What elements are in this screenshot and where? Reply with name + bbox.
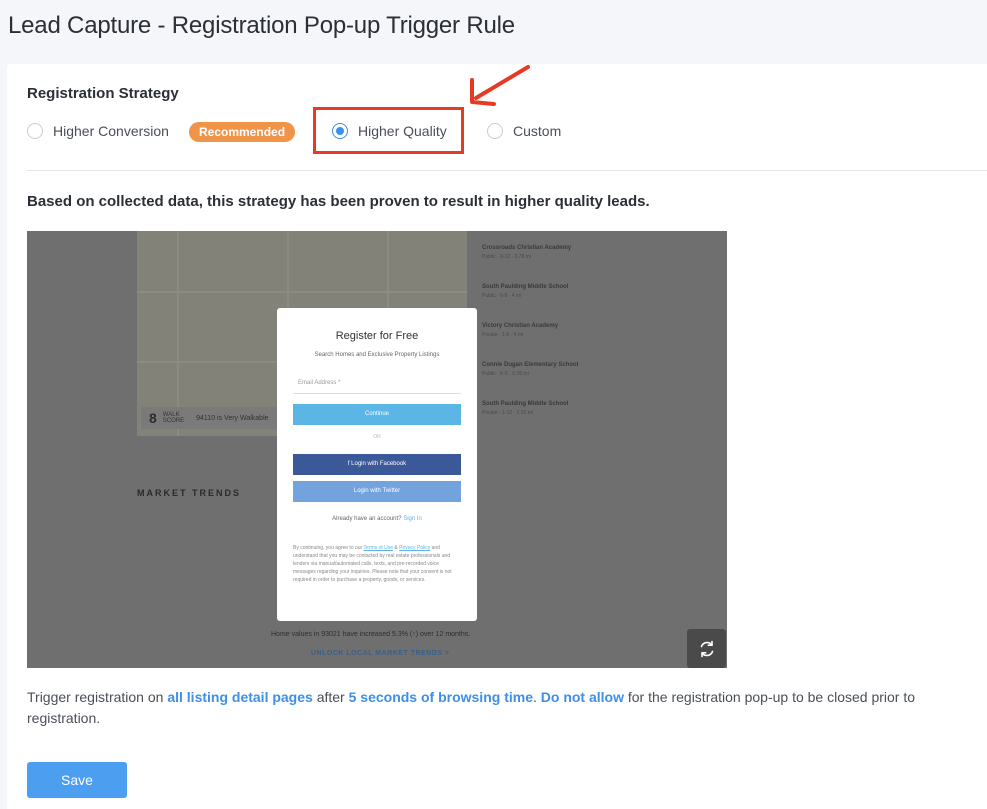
page-title: Lead Capture - Registration Pop-up Trigg… [8,12,515,39]
settings-card: Registration Strategy Higher Conversion … [7,64,987,809]
radio-circle[interactable] [27,123,43,139]
walk-score: 8 WALK SCORE 94110 is Very Walkable [141,407,281,429]
register-modal-preview: Register for Free Search Homes and Exclu… [277,308,477,621]
save-button[interactable]: Save [27,762,127,798]
modal-continue-button: Continue [293,404,461,425]
refresh-preview-button[interactable] [687,629,726,668]
walk-score-desc: 94110 is Very Walkable [196,414,269,422]
modal-twitter-button: Login with Twitter [293,481,461,502]
modal-account-text: Already have an account? Sign In [332,516,422,522]
refresh-icon [700,640,713,657]
trigger-close-link[interactable]: Do not allow [541,689,624,705]
radio-custom[interactable]: Custom [487,121,561,141]
modal-subtitle: Search Homes and Exclusive Property List… [314,352,440,358]
list-item: South Paulding Middle School Public · 6-8… [482,284,569,299]
popup-preview-image: 8 WALK SCORE 94110 is Very Walkable Cross… [27,231,727,668]
walk-score-number: 8 [149,410,157,426]
radio-circle[interactable] [487,123,503,139]
trigger-pages-link[interactable]: all listing detail pages [167,689,312,705]
modal-email-field: Email Address * [293,372,461,394]
modal-title: Register for Free [335,330,419,342]
walk-score-label: WALK SCORE [162,412,185,424]
radio-higher-conversion[interactable]: Higher Conversion [27,121,169,141]
section-title: Registration Strategy [27,85,179,102]
list-item: South Paulding Middle School Private · 1-… [482,401,569,416]
strategy-description: Based on collected data, this strategy h… [27,193,650,210]
schools-list: Crossroads Christian Academy Public · 9-1… [482,245,722,440]
annotation-highlight-box [313,107,464,154]
modal-or-divider: OR [373,434,381,440]
modal-facebook-button: f Login with Facebook [293,454,461,475]
trigger-time-link[interactable]: 5 seconds of browsing time [349,689,533,705]
trigger-rule-text: Trigger registration on all listing deta… [27,689,916,726]
radio-label: Custom [513,123,562,139]
unlock-market-trends-link: UNLOCK LOCAL MARKET TRENDS > [311,650,450,657]
home-values-text: Home values in 93021 have increased 5.3%… [271,631,471,638]
list-item: Connie Dugan Elementary School Public · K… [482,362,579,377]
list-item: Victory Christian Academy Private · 1-6 ·… [482,323,559,338]
divider [27,170,987,171]
radio-label: Higher Conversion [53,123,169,139]
list-item: Crossroads Christian Academy Public · 9-1… [482,245,572,260]
market-trends-heading: MARKET TRENDS [137,488,241,498]
annotation-arrow-icon [470,65,530,106]
recommended-badge: Recommended [189,122,296,142]
strategy-radio-group: Higher Conversion Recommended Higher Qua… [27,121,967,142]
modal-legal-text: By continuing, you agree to our Terms of… [293,545,452,583]
